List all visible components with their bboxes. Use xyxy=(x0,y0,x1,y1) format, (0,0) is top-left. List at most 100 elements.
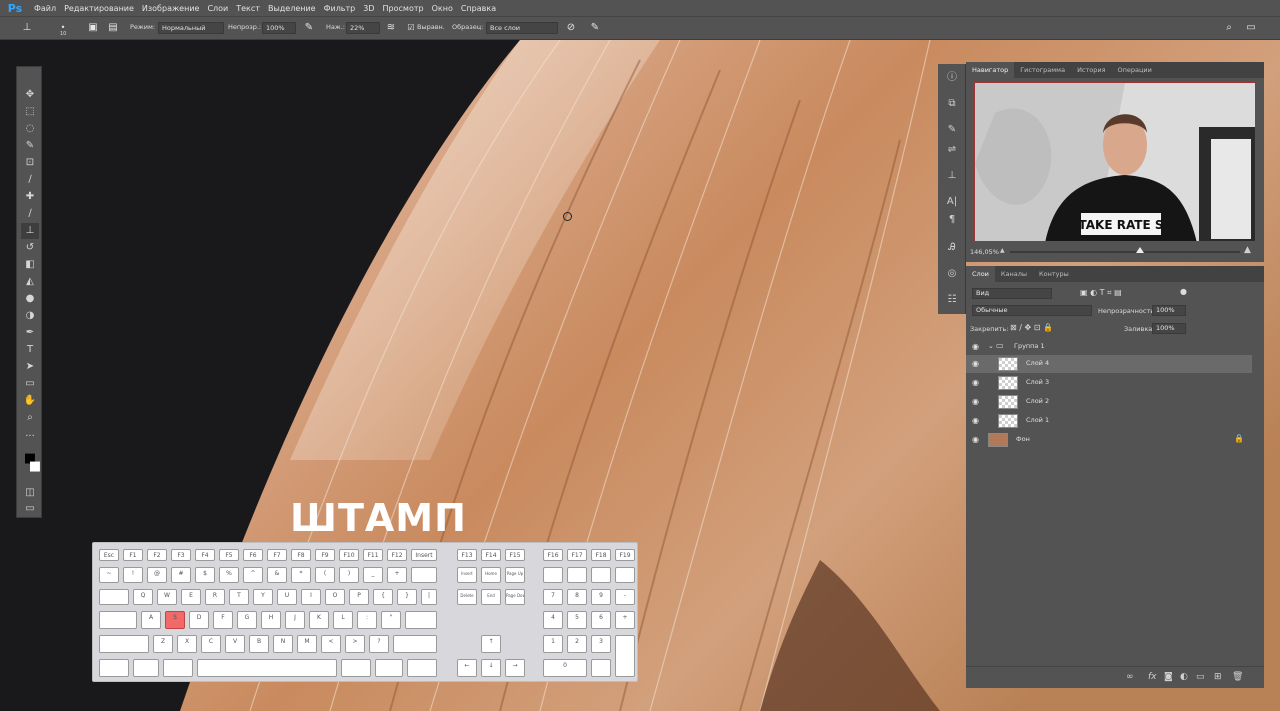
menu-3d[interactable]: 3D xyxy=(359,4,378,13)
adjustment-layer-icon[interactable]: ◐ xyxy=(1180,672,1188,682)
clone-stamp-icon[interactable]: ⊥ xyxy=(20,21,34,35)
path-select-tool-icon[interactable]: ➤ xyxy=(21,359,39,375)
airbrush-icon[interactable]: ≋ xyxy=(384,21,398,35)
visibility-eye-icon[interactable]: ◉ xyxy=(972,359,979,368)
ignore-adjustment-icon[interactable]: ⊘ xyxy=(564,21,578,35)
filter-toggle-icon[interactable]: ● xyxy=(1180,287,1187,296)
eyedropper-tool-icon[interactable]: ∕ xyxy=(21,172,39,188)
zoom-tool-icon[interactable]: ⌕ xyxy=(21,410,39,426)
brush-settings-icon[interactable]: ✎ xyxy=(944,122,960,138)
navigator-zoom[interactable]: 146,05% xyxy=(970,248,999,256)
aligned-checkbox[interactable]: ☑ xyxy=(404,21,418,35)
tab-channels[interactable]: Каналы xyxy=(995,266,1033,282)
properties-icon[interactable]: ⧉ xyxy=(944,96,960,112)
pressure-opacity-icon[interactable]: ✎ xyxy=(302,21,316,35)
new-layer-icon[interactable]: ⊞ xyxy=(1214,672,1222,682)
layer-opacity-field[interactable]: 100% xyxy=(1152,305,1186,316)
tab-history[interactable]: История xyxy=(1071,62,1111,78)
delete-layer-icon[interactable]: 🗑 xyxy=(1232,672,1243,682)
more-tools-icon[interactable]: ··· xyxy=(21,429,39,445)
menu-filter[interactable]: Фильтр xyxy=(320,4,360,13)
paint-bucket-tool-icon[interactable]: ◭ xyxy=(21,274,39,290)
clone-source-icon[interactable]: ▤ xyxy=(106,21,120,35)
menu-layers[interactable]: Слои xyxy=(203,4,232,13)
menu-edit[interactable]: Редактирование xyxy=(60,4,138,13)
workspace-icon[interactable]: ▭ xyxy=(1244,21,1258,35)
zoom-out-icon[interactable]: ▲ xyxy=(1000,247,1005,254)
screen-mode-icon[interactable]: ▭ xyxy=(21,501,39,517)
new-group-icon[interactable]: ▭ xyxy=(1196,672,1205,682)
adjustments-icon[interactable]: ⇌ xyxy=(944,142,960,158)
quick-mask-icon[interactable]: ◫ xyxy=(21,485,39,501)
tab-actions[interactable]: Операции xyxy=(1112,62,1158,78)
quick-select-tool-icon[interactable]: ✎ xyxy=(21,138,39,154)
pen-tool-icon[interactable]: ✒ xyxy=(21,325,39,341)
background-layer-row[interactable]: ◉ Фон 🔒 xyxy=(966,431,1252,449)
info-icon[interactable]: ⓘ xyxy=(944,70,960,86)
brush-tool-icon[interactable]: ∕ xyxy=(21,206,39,222)
paragraph-icon[interactable]: ¶ xyxy=(944,212,960,228)
pressure-size-icon[interactable]: ✎ xyxy=(588,21,602,35)
type-tool-icon[interactable]: T xyxy=(21,342,39,358)
visibility-eye-icon[interactable]: ◉ xyxy=(972,397,979,406)
rectangle-tool-icon[interactable]: ▭ xyxy=(21,376,39,392)
menu-help[interactable]: Справка xyxy=(457,4,500,13)
opacity-field[interactable]: 100% xyxy=(262,22,296,34)
crop-tool-icon[interactable]: ⊡ xyxy=(21,155,39,171)
menu-view[interactable]: Просмотр xyxy=(379,4,428,13)
hand-tool-icon[interactable]: ✋ xyxy=(21,393,39,409)
background-color-swatch[interactable]: ■ xyxy=(26,459,44,475)
filter-icons[interactable]: ▣ ◐ T ⌗ ▤ xyxy=(1080,288,1122,298)
fill-field[interactable]: 100% xyxy=(1152,323,1186,334)
tab-navigator[interactable]: Навигатор xyxy=(966,62,1015,78)
visibility-eye-icon[interactable]: ◉ xyxy=(972,378,979,387)
tab-layers[interactable]: Слои xyxy=(966,266,995,282)
clone-source-panel-icon[interactable]: ⊥ xyxy=(944,168,960,184)
search-icon[interactable]: ⌕ xyxy=(1222,21,1236,35)
styles-icon[interactable]: ☷ xyxy=(944,292,960,308)
visibility-eye-icon[interactable]: ◉ xyxy=(972,435,979,444)
navigator-thumbnail[interactable]: TAKE RATE S xyxy=(974,82,1256,242)
clone-stamp-tool-icon[interactable]: ⊥ xyxy=(21,223,39,239)
eraser-tool-icon[interactable]: ◧ xyxy=(21,257,39,273)
brush-panel-icon[interactable]: ▣ xyxy=(86,21,100,35)
link-layers-icon[interactable]: ∞ xyxy=(1126,672,1134,682)
layer-thumbnail xyxy=(998,414,1018,428)
zoom-slider-thumb[interactable] xyxy=(1136,247,1144,253)
pressure-field[interactable]: 22% xyxy=(346,22,380,34)
menu-text[interactable]: Текст xyxy=(232,4,264,13)
healing-tool-icon[interactable]: ✚ xyxy=(21,189,39,205)
tab-paths[interactable]: Контуры xyxy=(1033,266,1075,282)
layer-row[interactable]: ◉ Слой 2 xyxy=(966,393,1252,411)
layer-row[interactable]: ◉ Слой 1 xyxy=(966,412,1252,430)
chevron-down-icon[interactable]: ⌄ xyxy=(988,342,994,350)
visibility-eye-icon[interactable]: ◉ xyxy=(972,416,979,425)
layer-row[interactable]: ◉ Слой 3 xyxy=(966,374,1252,392)
menu-window[interactable]: Окно xyxy=(428,4,457,13)
layer-group-row[interactable]: ◉ ⌄ ▭ Группа 1 xyxy=(966,338,1252,356)
menu-file[interactable]: Файл xyxy=(30,4,60,13)
kind-filter-dropdown[interactable]: Вид xyxy=(972,288,1052,299)
character-icon[interactable]: A| xyxy=(944,194,960,210)
blur-tool-icon[interactable]: ● xyxy=(21,291,39,307)
move-tool-icon[interactable]: ✥ xyxy=(21,87,39,103)
sample-dropdown[interactable]: Все слои xyxy=(486,22,558,34)
add-mask-icon[interactable]: ◙ xyxy=(1164,672,1173,682)
zoom-in-icon[interactable]: ▲ xyxy=(1244,245,1251,255)
lock-icons[interactable]: ⊠ ∕ ✥ ⊡ 🔒 xyxy=(1010,323,1053,332)
fx-icon[interactable]: fx xyxy=(1148,672,1157,682)
visibility-eye-icon[interactable]: ◉ xyxy=(972,342,979,351)
channels-icon[interactable]: ◎ xyxy=(944,266,960,282)
tab-histogram[interactable]: Гистограмма xyxy=(1014,62,1071,78)
zoom-slider-track[interactable] xyxy=(1010,251,1240,253)
marquee-tool-icon[interactable]: ⬚ xyxy=(21,104,39,120)
lasso-tool-icon[interactable]: ◌ xyxy=(21,121,39,137)
glyphs-icon[interactable]: Ꭿ xyxy=(944,240,960,256)
menu-image[interactable]: Изображение xyxy=(138,4,204,13)
menu-select[interactable]: Выделение xyxy=(264,4,320,13)
layer-row[interactable]: ◉ Слой 4 xyxy=(966,355,1252,373)
blend-mode-dropdown[interactable]: Обычные xyxy=(972,305,1092,316)
history-brush-tool-icon[interactable]: ↺ xyxy=(21,240,39,256)
mode-dropdown[interactable]: Нормальный xyxy=(158,22,224,34)
dodge-tool-icon[interactable]: ◑ xyxy=(21,308,39,324)
